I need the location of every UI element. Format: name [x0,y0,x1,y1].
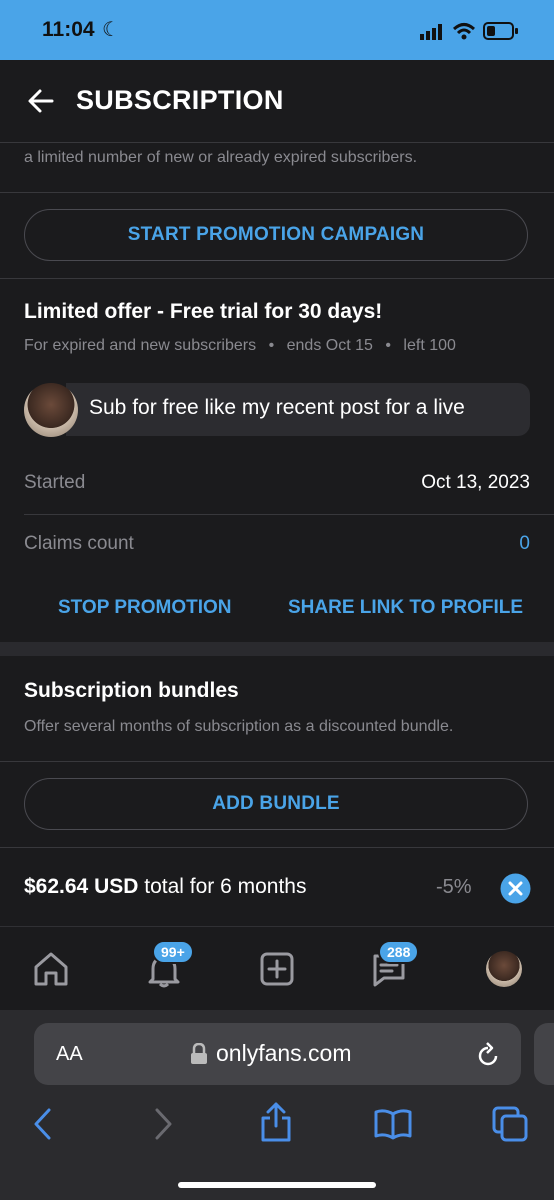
offer-left: left 100 [403,337,456,354]
home-icon[interactable] [32,951,70,987]
offer-message: Sub for free like my recent post for a l… [89,396,465,419]
lock-icon [191,1043,207,1064]
divider [24,514,554,515]
add-post-icon[interactable] [259,951,295,987]
page-title: SUBSCRIPTION [76,85,284,115]
offer-ends: ends Oct 15 [286,337,373,354]
divider [0,761,554,762]
delete-bundle-icon[interactable] [500,873,531,904]
url-text[interactable]: onlyfans.com [216,1040,352,1067]
notifications-badge: 99+ [152,940,194,964]
offer-meta: For expired and new subscribers • ends O… [24,337,456,354]
reload-icon[interactable] [476,1042,500,1068]
bundles-title: Subscription bundles [24,679,239,702]
cellular-signal-icon [420,24,442,40]
bundle-item: $62.64 USD total for 6 months [24,875,307,899]
divider [0,142,554,143]
back-icon[interactable] [32,1108,54,1140]
add-bundle-button[interactable]: ADD BUNDLE [24,778,528,830]
offer-audience: For expired and new subscribers [24,337,257,354]
home-indicator [178,1182,376,1188]
promo-description: a limited number of new or already expir… [24,149,418,166]
moon-icon: ☾ [102,19,120,41]
share-link-to-profile-button[interactable]: SHARE LINK TO PROFILE [288,597,523,619]
text-size-button[interactable]: AA [56,1043,83,1066]
started-value: Oct 13, 2023 [421,472,530,493]
claims-count-label: Claims count [24,533,134,554]
battery-icon [483,22,518,40]
bundle-discount: -5% [436,876,472,898]
bundle-price: $62.64 USD [24,875,139,898]
tabs-icon[interactable] [492,1106,528,1142]
wifi-icon [452,23,476,40]
forward-icon[interactable] [152,1108,174,1140]
divider [0,278,554,279]
claims-count-value[interactable]: 0 [519,533,530,555]
divider [0,192,554,193]
status-bar: 11:04 ☾ [0,0,554,60]
next-tab-preview[interactable] [534,1023,554,1085]
share-icon[interactable] [260,1102,292,1142]
back-arrow-icon[interactable] [26,86,56,116]
stop-promotion-button[interactable]: STOP PROMOTION [58,597,232,619]
bundles-description: Offer several months of subscription as … [24,718,454,735]
divider [0,847,554,848]
started-label: Started [24,472,86,493]
start-promotion-campaign-button[interactable]: START PROMOTION CAMPAIGN [24,209,528,261]
bookmarks-icon[interactable] [374,1108,412,1140]
status-time: 11:04 [42,18,95,41]
offer-title: Limited offer - Free trial for 30 days! [24,300,383,323]
avatar[interactable] [24,383,78,437]
section-separator [0,642,554,656]
profile-avatar[interactable] [486,951,522,987]
bundle-duration: total for 6 months [138,875,307,898]
messages-badge: 288 [378,940,420,964]
